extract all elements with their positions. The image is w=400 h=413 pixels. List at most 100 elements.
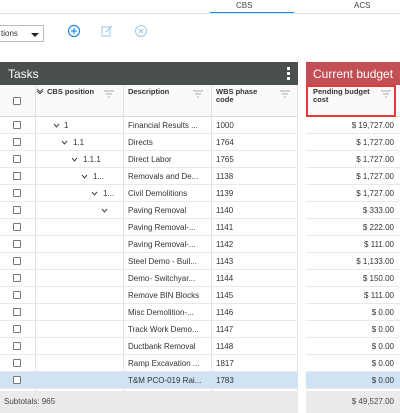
chevron-down-icon[interactable] xyxy=(81,174,88,179)
row-checkbox[interactable] xyxy=(13,257,21,265)
chevron-down-icon[interactable] xyxy=(61,140,68,145)
budget-row[interactable]: $ 111.00 xyxy=(306,287,400,304)
row-checkbox[interactable] xyxy=(13,138,21,146)
chevron-down-icon[interactable] xyxy=(91,191,98,196)
budget-row[interactable]: $ 1,727.00 xyxy=(306,151,400,168)
wbs-phase-code: 1147 xyxy=(216,325,234,334)
pending-budget-cost: $ 1,727.00 xyxy=(356,172,394,181)
table-row[interactable]: Track Work Demo... 1147 xyxy=(0,321,298,338)
tasks-column-header-row: CBS position Description WBS phase code xyxy=(0,85,298,117)
row-checkbox[interactable] xyxy=(13,172,21,180)
options-dropdown-value: tions xyxy=(1,29,18,38)
row-checkbox[interactable] xyxy=(13,155,21,163)
chevron-down-icon[interactable] xyxy=(71,157,78,162)
column-header-description[interactable]: Description xyxy=(128,88,188,96)
pending-budget-cost: $ 150.00 xyxy=(362,274,394,283)
description: Misc Demolition-... xyxy=(128,308,194,317)
budget-row[interactable]: $ 111.00 xyxy=(306,236,400,253)
pending-budget-cost: $ 222.00 xyxy=(362,223,394,232)
budget-row[interactable]: $ 1,727.00 xyxy=(306,185,400,202)
row-checkbox[interactable] xyxy=(13,325,21,333)
table-row[interactable]: Paving Removal 1140 xyxy=(0,202,298,219)
cbs-position: 1... xyxy=(103,189,115,198)
budget-row[interactable]: $ 0.00 xyxy=(306,321,400,338)
description: Financial Results ... xyxy=(128,121,198,130)
row-checkbox[interactable] xyxy=(13,223,21,231)
more-options-icon[interactable] xyxy=(287,67,290,80)
pending-budget-cost: $ 111.00 xyxy=(364,240,394,249)
chevron-down-icon[interactable] xyxy=(53,123,60,128)
highlight-box xyxy=(306,85,396,117)
row-checkbox[interactable] xyxy=(13,359,21,367)
wbs-phase-code: 1144 xyxy=(216,274,234,283)
tasks-title: Tasks xyxy=(8,67,39,81)
pending-budget-cost: $ 111.00 xyxy=(364,291,394,300)
table-row[interactable]: Remove BIN Blocks 1145 xyxy=(0,287,298,304)
filter-icon[interactable] xyxy=(193,90,203,98)
row-checkbox[interactable] xyxy=(13,189,21,197)
budget-row[interactable]: $ 0.00 xyxy=(306,304,400,321)
budget-row-selected[interactable]: $ 0.00 xyxy=(306,372,400,389)
wbs-phase-code: 1783 xyxy=(216,376,234,385)
table-row[interactable]: Paving Removal-... 1142 xyxy=(0,236,298,253)
budget-row[interactable]: $ 333.00 xyxy=(306,202,400,219)
table-row[interactable]: 1... Civil Demolitions 1139 xyxy=(0,185,298,202)
table-row[interactable]: Misc Demolition-... 1146 xyxy=(0,304,298,321)
table-row-selected[interactable]: T&M PCO-019 Rai... 1783 xyxy=(0,372,298,389)
table-row[interactable]: Ductbank Removal 1148 xyxy=(0,338,298,355)
tab-acs[interactable]: ACS xyxy=(354,1,370,10)
options-dropdown[interactable]: tions xyxy=(0,25,44,42)
table-row[interactable]: 1 Financial Results ... 1000 xyxy=(0,117,298,134)
budget-row[interactable]: $ 150.00 xyxy=(306,270,400,287)
description: Directs xyxy=(128,138,153,147)
row-checkbox[interactable] xyxy=(13,342,21,350)
row-checkbox[interactable] xyxy=(13,376,21,384)
table-row[interactable]: 1.1.1 Direct Labor 1765 xyxy=(0,151,298,168)
toolbar: tions xyxy=(0,14,400,48)
collapse-all-icon[interactable] xyxy=(36,88,44,94)
budget-row[interactable]: $ 1,133.00 xyxy=(306,253,400,270)
column-header-wbs-phase-code[interactable]: WBS phase code xyxy=(216,88,260,104)
x-circle-icon[interactable] xyxy=(134,24,148,38)
table-row[interactable]: Steel Demo - Buil... 1143 xyxy=(0,253,298,270)
table-row[interactable]: 1... Removals and De... 1138 xyxy=(0,168,298,185)
budget-row[interactable]: $ 0.00 xyxy=(306,355,400,372)
wbs-phase-code: 1000 xyxy=(216,121,234,130)
plus-circle-icon[interactable] xyxy=(67,24,81,38)
wbs-phase-code: 1141 xyxy=(216,223,234,232)
wbs-phase-code: 1143 xyxy=(216,257,234,266)
row-checkbox[interactable] xyxy=(13,121,21,129)
description: Remove BIN Blocks xyxy=(128,291,200,300)
row-checkbox[interactable] xyxy=(13,206,21,214)
column-header-cbs-position[interactable]: CBS position xyxy=(47,88,97,96)
filter-icon[interactable] xyxy=(280,90,290,98)
edit-icon[interactable] xyxy=(100,24,114,38)
select-all-checkbox[interactable] xyxy=(13,97,21,105)
subtotals-label: Subtotals: 965 xyxy=(4,397,56,406)
description: Direct Labor xyxy=(128,155,172,164)
budget-row[interactable]: $ 0.00 xyxy=(306,338,400,355)
filter-icon[interactable] xyxy=(104,90,114,98)
budget-row[interactable]: $ 1,727.00 xyxy=(306,168,400,185)
budget-row[interactable]: $ 1,727.00 xyxy=(306,134,400,151)
table-row[interactable]: Ramp Excavation ... 1817 xyxy=(0,355,298,372)
description: Paving Removal-... xyxy=(128,223,196,232)
description: Paving Removal-... xyxy=(128,240,196,249)
description: Ductbank Removal xyxy=(128,342,196,351)
row-checkbox[interactable] xyxy=(13,274,21,282)
chevron-down-icon[interactable] xyxy=(101,208,108,213)
table-row[interactable]: Paving Removal-... 1141 xyxy=(0,219,298,236)
wbs-phase-code: 1138 xyxy=(216,172,234,181)
wbs-phase-code: 1139 xyxy=(216,189,234,198)
pending-budget-cost: $ 1,727.00 xyxy=(356,138,394,147)
table-row[interactable]: Demo- Switchyar... 1144 xyxy=(0,270,298,287)
row-checkbox[interactable] xyxy=(13,291,21,299)
row-checkbox[interactable] xyxy=(13,240,21,248)
tab-cbs[interactable]: CBS xyxy=(236,1,252,10)
row-checkbox[interactable] xyxy=(13,308,21,316)
budget-row[interactable]: $ 222.00 xyxy=(306,219,400,236)
budget-row[interactable]: $ 19,727.00 xyxy=(306,117,400,134)
wbs-phase-code: 1142 xyxy=(216,240,234,249)
tasks-panel-header: Tasks xyxy=(0,62,298,85)
table-row[interactable]: 1.1 Directs 1764 xyxy=(0,134,298,151)
